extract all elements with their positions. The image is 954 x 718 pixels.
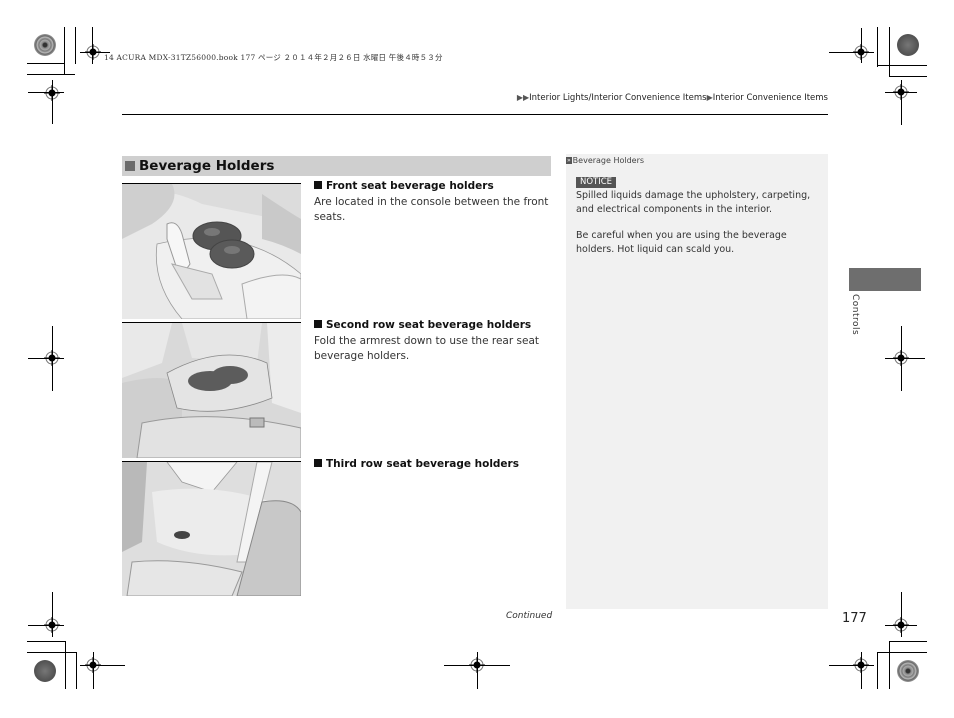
cross-reference[interactable]: » Beverage Holders <box>566 156 644 165</box>
color-target-icon <box>897 660 919 682</box>
crop-line <box>877 652 878 689</box>
crop-line <box>889 641 890 689</box>
crop-line <box>93 652 94 689</box>
item-heading: Second row seat beverage holders <box>314 319 531 331</box>
crop-line <box>889 641 927 642</box>
crop-line <box>861 652 862 689</box>
item-heading-text: Front seat beverage holders <box>326 180 494 192</box>
crop-line <box>27 74 75 75</box>
crop-line <box>901 80 902 125</box>
double-chevron-icon: » <box>566 157 572 164</box>
color-target-icon <box>34 660 56 682</box>
crop-line <box>27 63 65 64</box>
color-target-icon <box>34 34 56 56</box>
page-number: 177 <box>842 611 867 626</box>
caution-text: Be careful when you are using the bevera… <box>576 230 787 255</box>
crop-line <box>877 65 927 66</box>
crop-line <box>889 76 927 77</box>
crop-line <box>52 592 53 637</box>
square-bullet-icon <box>314 320 322 328</box>
crop-line <box>901 592 902 637</box>
crop-line <box>829 52 874 53</box>
section-title-bar: Beverage Holders <box>122 156 551 176</box>
item-heading-text: Third row seat beverage holders <box>326 458 519 470</box>
third-row-side-cupholder-illustration <box>122 461 301 596</box>
section-title: Beverage Holders <box>139 158 275 174</box>
crop-line <box>52 80 53 124</box>
crop-line <box>80 665 125 666</box>
crop-line <box>27 641 65 642</box>
square-bullet-icon <box>314 181 322 189</box>
item-heading: Third row seat beverage holders <box>314 458 519 470</box>
continued-label: Continued <box>506 611 553 621</box>
notice-text: Spilled liquids damage the upholstery, c… <box>576 190 811 215</box>
crop-line <box>76 652 77 689</box>
crop-line <box>877 27 878 67</box>
square-bullet-icon <box>125 161 135 171</box>
item-description: Fold the armrest down to use the rear se… <box>314 335 540 362</box>
second-row-drawing <box>122 323 301 458</box>
crop-line <box>65 641 66 689</box>
crop-line <box>28 92 64 93</box>
crop-line <box>861 28 862 63</box>
crop-line <box>877 652 927 653</box>
chapter-tab-label: Controls <box>850 294 860 336</box>
print-book-info: 14 ACURA MDX-31TZ56000.book 177 ページ ２０１４… <box>104 53 443 62</box>
crop-line <box>885 92 917 93</box>
crop-line <box>92 27 93 64</box>
crop-line <box>64 27 65 74</box>
header-divider <box>122 114 828 115</box>
crop-line <box>885 625 917 626</box>
crop-line <box>885 358 925 359</box>
crop-line <box>27 652 76 653</box>
front-console-cupholder-illustration <box>122 183 301 319</box>
second-row-armrest-cupholder-illustration <box>122 322 301 458</box>
item-description: Are located in the console between the f… <box>314 196 549 223</box>
cross-reference-label: Beverage Holders <box>572 156 645 165</box>
third-row-drawing <box>122 462 301 596</box>
chapter-tab[interactable] <box>849 268 921 291</box>
color-target-icon <box>897 34 919 56</box>
square-bullet-icon <box>314 459 322 467</box>
breadcrumb-item[interactable]: Interior Lights/Interior Convenience Ite… <box>529 93 706 103</box>
breadcrumb-item[interactable]: Interior Convenience Items <box>713 93 828 103</box>
crop-line <box>75 27 76 64</box>
crop-line <box>477 652 478 689</box>
crop-line <box>28 625 64 626</box>
crop-line <box>444 665 510 666</box>
crop-line <box>28 358 64 359</box>
sidebar-notes: » Beverage Holders NOTICE Spilled liquids… <box>566 154 828 609</box>
breadcrumb: ▶▶Interior Lights/Interior Convenience I… <box>517 93 828 103</box>
crop-line <box>829 665 874 666</box>
notice-badge: NOTICE <box>576 177 617 188</box>
item-heading: Front seat beverage holders <box>314 180 494 192</box>
item-heading-text: Second row seat beverage holders <box>326 319 532 331</box>
crop-line <box>889 27 890 77</box>
double-triangle-right-icon: ▶▶ <box>516 93 530 102</box>
front-console-drawing <box>122 184 301 319</box>
